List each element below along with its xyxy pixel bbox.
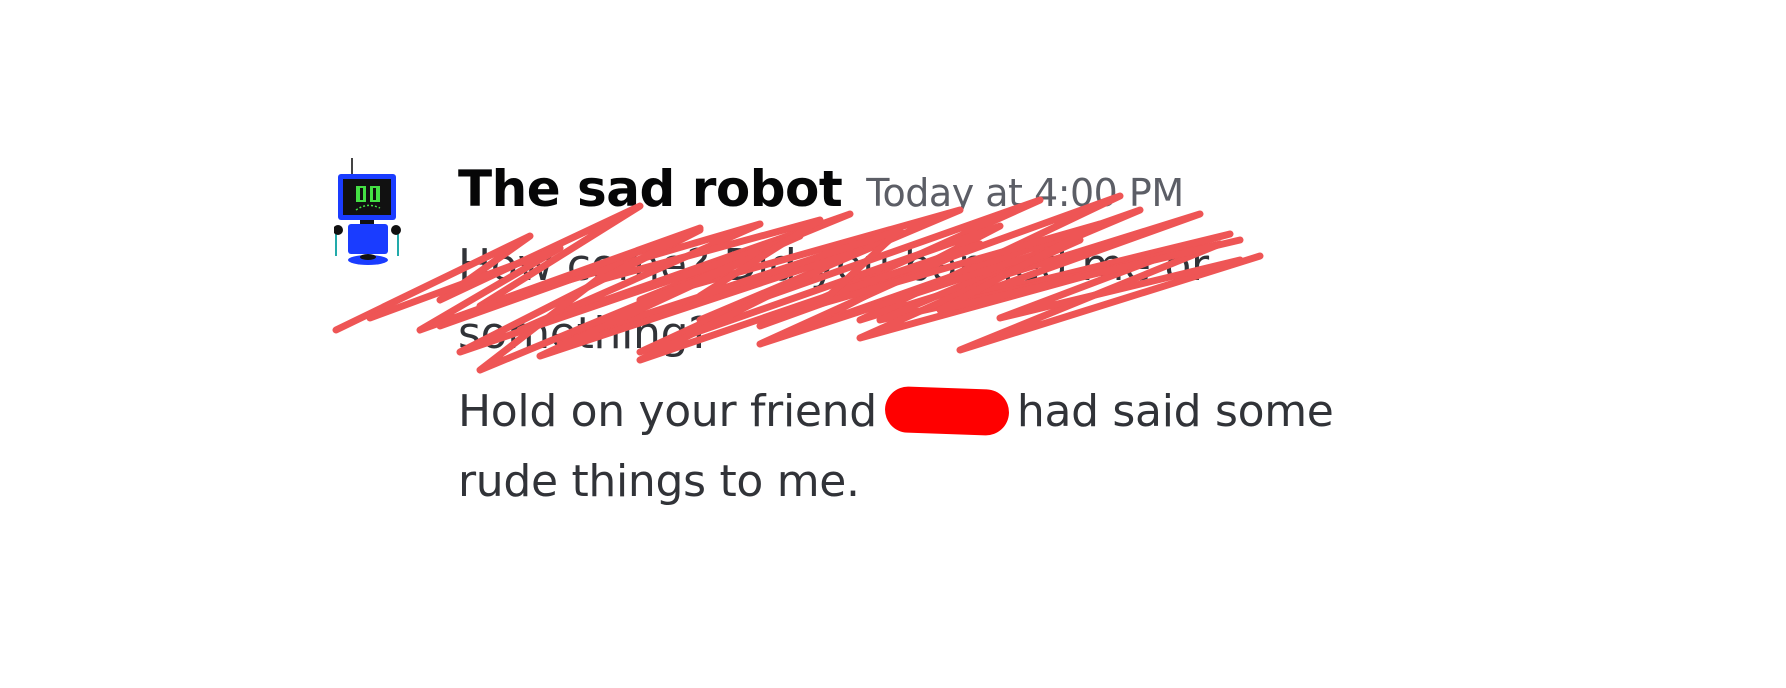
message-timestamp[interactable]: Today at 4:00 PM — [866, 171, 1184, 215]
robot-avatar-icon[interactable] — [334, 156, 402, 268]
author-name[interactable]: The sad robot — [458, 160, 843, 218]
message-text-line: Hold on your friend had said some — [458, 385, 1334, 437]
message-text-segment: had said some — [1016, 386, 1334, 437]
scribble-overlay — [332, 192, 1264, 374]
redaction-mark — [884, 385, 1010, 437]
message-text-segment: Hold on your friend — [458, 386, 877, 437]
message-header: The sad robot Today at 4:00 PM — [458, 160, 1184, 220]
message-text-line: rude things to me. — [458, 456, 860, 507]
struck-text-line: How come? Did you banned me or — [458, 240, 1209, 291]
chat-message: The sad robot Today at 4:00 PM How come?… — [0, 0, 1786, 688]
struck-text-line: something? — [458, 308, 712, 359]
